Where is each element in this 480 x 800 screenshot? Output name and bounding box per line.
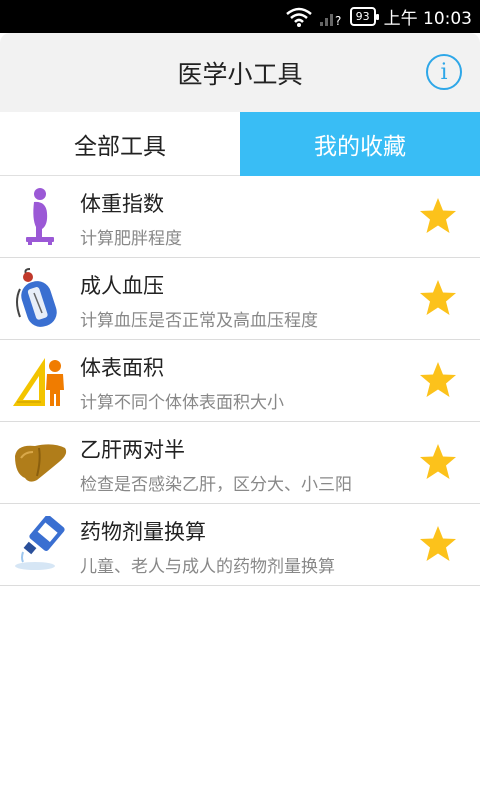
tab-bar: 全部工具 我的收藏 bbox=[0, 112, 480, 176]
item-title: 体重指数 bbox=[80, 192, 164, 216]
item-title: 体表面积 bbox=[80, 356, 164, 380]
item-title: 成人血压 bbox=[80, 274, 164, 298]
star-icon[interactable] bbox=[418, 278, 458, 318]
liver-icon bbox=[8, 430, 72, 494]
item-subtitle: 检查是否感染乙肝，区分大、小三阳 bbox=[80, 475, 352, 495]
tab-all-tools-label: 全部工具 bbox=[74, 133, 166, 160]
medicine-bottle-icon bbox=[8, 512, 72, 576]
body-scale-icon bbox=[8, 184, 72, 248]
page-title: 医学小工具 bbox=[177, 59, 303, 89]
clock: 上午 10:03 bbox=[383, 9, 472, 29]
tab-all-tools[interactable]: 全部工具 bbox=[0, 112, 240, 176]
list-item-blood-pressure[interactable]: 成人血压 计算血压是否正常及高血压程度 bbox=[0, 258, 480, 340]
list-item-drug-dosage[interactable]: 药物剂量换算 儿童、老人与成人的药物剂量换算 bbox=[0, 504, 480, 586]
battery-indicator: 93 bbox=[349, 7, 379, 26]
list-item-body-surface[interactable]: 体表面积 计算不同个体体表面积大小 bbox=[0, 340, 480, 422]
battery-level: 93 bbox=[355, 10, 370, 23]
favorites-list: 体重指数 计算肥胖程度 成人血压 计算血压是否正常及高血压程度 体表面积 计算不… bbox=[0, 176, 480, 586]
wifi-icon bbox=[285, 7, 312, 27]
tab-my-favorites[interactable]: 我的收藏 bbox=[240, 112, 480, 176]
star-icon[interactable] bbox=[418, 196, 458, 236]
status-bar: ? 93 上午 10:03 bbox=[0, 0, 480, 33]
signal-icon: ? bbox=[319, 8, 342, 26]
tab-my-favorites-label: 我的收藏 bbox=[314, 134, 406, 160]
item-subtitle: 计算肥胖程度 bbox=[80, 229, 182, 249]
star-icon[interactable] bbox=[418, 360, 458, 400]
item-subtitle: 计算血压是否正常及高血压程度 bbox=[80, 311, 318, 331]
body-surface-icon bbox=[8, 348, 72, 412]
app-header: 医学小工具 i bbox=[0, 33, 480, 112]
item-subtitle: 儿童、老人与成人的药物剂量换算 bbox=[80, 557, 335, 577]
list-item-bmi[interactable]: 体重指数 计算肥胖程度 bbox=[0, 176, 480, 258]
star-icon[interactable] bbox=[418, 442, 458, 482]
list-item-hepatitis-b[interactable]: 乙肝两对半 检查是否感染乙肝，区分大、小三阳 bbox=[0, 422, 480, 504]
item-title: 乙肝两对半 bbox=[80, 438, 185, 462]
item-title: 药物剂量换算 bbox=[80, 520, 206, 544]
blood-pressure-icon bbox=[8, 266, 72, 330]
star-icon[interactable] bbox=[418, 524, 458, 564]
item-subtitle: 计算不同个体体表面积大小 bbox=[80, 393, 284, 413]
info-icon[interactable]: i bbox=[426, 54, 462, 90]
svg-text:?: ? bbox=[335, 14, 341, 26]
